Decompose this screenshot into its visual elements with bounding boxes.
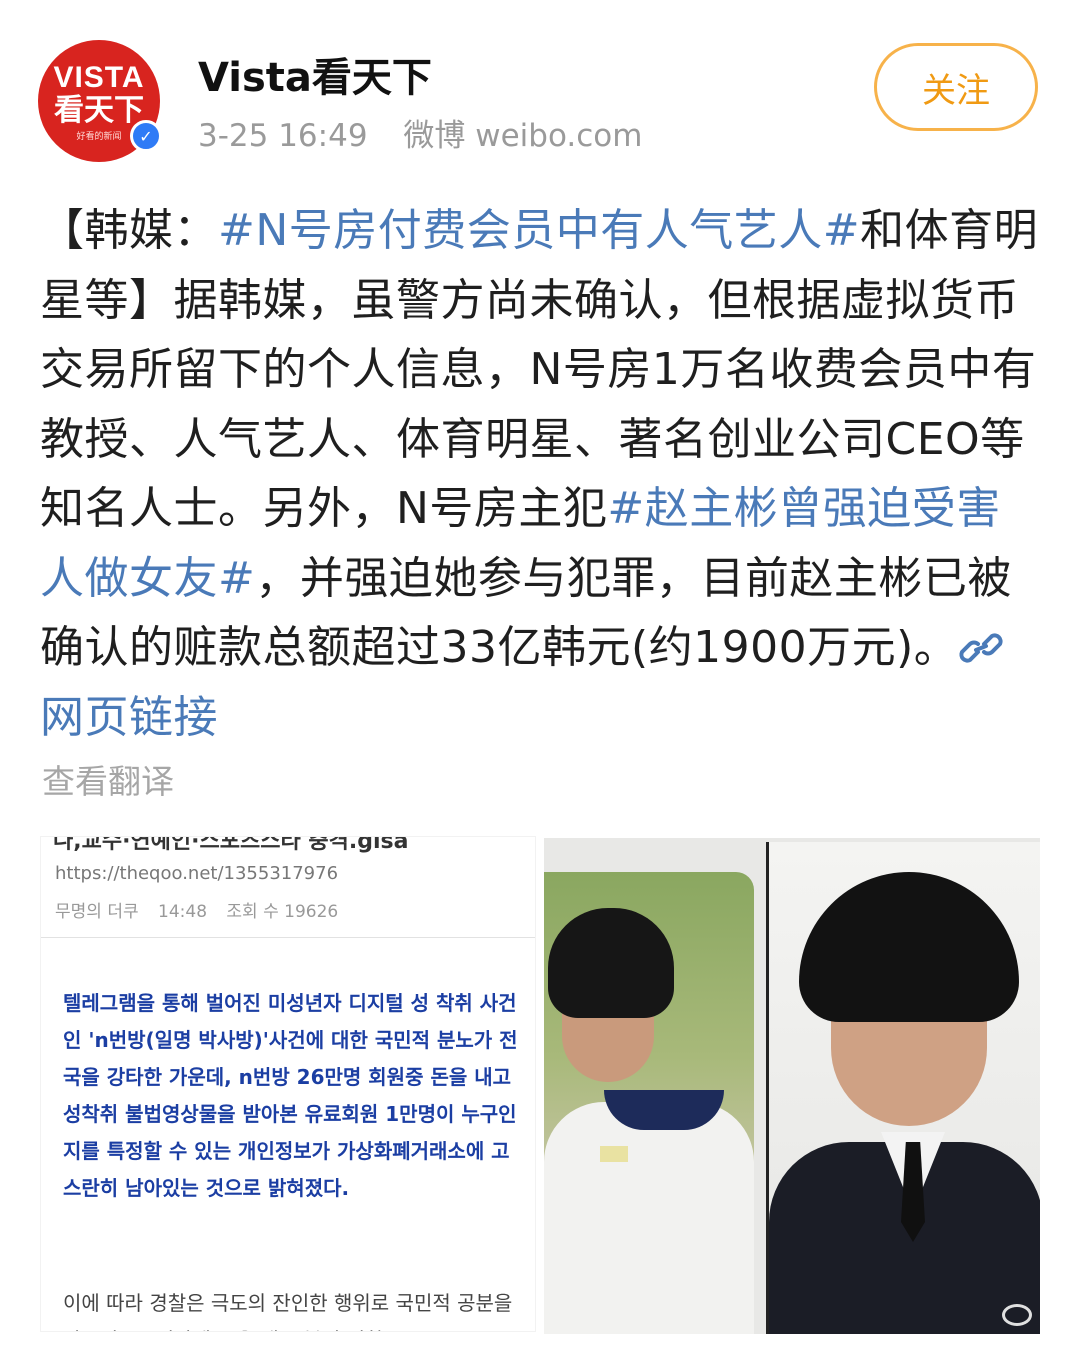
portrait-photo-left xyxy=(544,872,754,1334)
translate-button[interactable]: 查看翻译 xyxy=(42,758,174,806)
avatar-slogan: 好看的新闻 xyxy=(76,132,122,142)
article-author: 무명의 더쿠 xyxy=(55,902,139,922)
follow-button[interactable]: 关注 xyxy=(874,43,1038,131)
article-time: 14:48 xyxy=(158,902,208,922)
username[interactable]: Vista看天下 xyxy=(198,52,432,104)
topic-link[interactable]: #N号房付费会员中有人气艺人# xyxy=(218,205,860,256)
article-meta: 무명의 더쿠 14:48 조회 수 19626 xyxy=(55,897,338,922)
web-link-label: 网页链接 xyxy=(40,691,218,743)
article-screenshot-image[interactable]: 나,교수·연예인·스포츠스타 충격.gisa https://theqoo.ne… xyxy=(40,836,536,1332)
post-text-part: 【韩媒： xyxy=(40,205,218,256)
portrait-photos-image[interactable] xyxy=(544,838,1040,1334)
post-text: 【韩媒：#N号房付费会员中有人气艺人#和体育明星等】据韩媒，虽警方尚未确认，但根… xyxy=(40,196,1040,752)
verified-badge-icon: ✓ xyxy=(130,120,162,152)
article-url: https://theqoo.net/1355317976 xyxy=(55,863,339,884)
portrait-photo-right xyxy=(766,842,1040,1334)
link-icon xyxy=(959,633,1003,663)
article-highlight-text: 텔레그램을 통해 벌어진 미성년자 디지털 성 착취 사건인 'n번방(일명 박… xyxy=(63,991,518,1200)
article-views: 조회 수 19626 xyxy=(226,902,339,922)
post-meta: 3-25 16:49 微博 weibo.com xyxy=(198,114,642,158)
article-body-text: 이에 따라 경찰은 극도의 잔인한 행위로 국민적 공분을 사고있는 n번방에 … xyxy=(63,1291,513,1331)
avatar-brand-subtext: 看天下 xyxy=(54,93,144,128)
avatar-brand-text: VISTA xyxy=(53,61,145,94)
post-time: 3-25 16:49 xyxy=(198,118,368,154)
weibo-watermark-icon xyxy=(1002,1304,1032,1326)
article-title: 나,교수·연예인·스포츠스타 충격.gisa xyxy=(53,836,409,854)
post-source: 微博 weibo.com xyxy=(403,118,643,154)
divider xyxy=(41,937,535,938)
